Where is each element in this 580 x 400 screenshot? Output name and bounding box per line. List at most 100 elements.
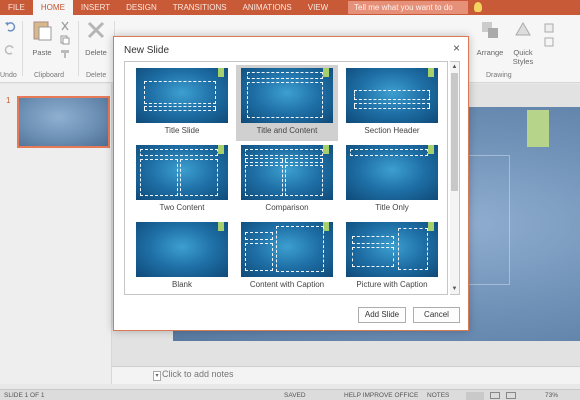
delete-button[interactable]: Delete bbox=[82, 19, 110, 57]
slide-accent-tag bbox=[527, 110, 549, 147]
layout-two-content[interactable]: Two Content bbox=[131, 142, 233, 218]
paste-icon bbox=[33, 21, 52, 41]
add-slide-button[interactable]: Add Slide bbox=[358, 307, 406, 323]
layout-thumbnail bbox=[346, 222, 438, 277]
layout-thumbnail bbox=[136, 222, 228, 277]
drawing-group-label: Drawing bbox=[486, 72, 512, 79]
tab-animations[interactable]: ANIMATIONS bbox=[235, 0, 300, 15]
notes-toggle[interactable]: NOTES bbox=[427, 392, 449, 399]
tell-me-search[interactable]: Tell me what you want to do bbox=[348, 1, 468, 14]
clipboard-group-label: Clipboard bbox=[34, 72, 64, 79]
undo-group bbox=[2, 19, 18, 60]
format-painter-icon[interactable] bbox=[60, 49, 70, 59]
ribbon-tab-bar: FILE HOME INSERT DESIGN TRANSITIONS ANIM… bbox=[0, 0, 580, 15]
title-placeholder bbox=[247, 72, 323, 79]
slide-thumbnail[interactable] bbox=[17, 96, 110, 148]
quick-styles-label: Quick Styles bbox=[512, 48, 534, 66]
layout-label: Title Slide bbox=[164, 126, 200, 135]
delete-x-icon bbox=[87, 21, 105, 39]
layout-blank[interactable]: Blank bbox=[131, 219, 233, 294]
tab-transitions[interactable]: TRANSITIONS bbox=[165, 0, 235, 15]
cut-icon[interactable] bbox=[60, 21, 70, 31]
layout-label: Title and Content bbox=[256, 126, 318, 135]
paste-label: Paste bbox=[32, 48, 52, 57]
zoom-level[interactable]: 73% bbox=[545, 392, 558, 399]
layout-label: Section Header bbox=[364, 126, 420, 135]
left-heading-placeholder bbox=[245, 158, 283, 163]
notes-collapse-icon[interactable]: ▾ bbox=[153, 371, 161, 381]
help-improve-link[interactable]: HELP IMPROVE OFFICE bbox=[344, 392, 418, 399]
caption-title-placeholder bbox=[352, 236, 394, 244]
shape-fill-icon[interactable] bbox=[544, 23, 554, 33]
arrange-icon bbox=[482, 22, 498, 38]
tab-file[interactable]: FILE bbox=[0, 0, 33, 15]
layout-label: Blank bbox=[171, 280, 192, 289]
layout-gallery: Title Slide Title and Content Section He… bbox=[124, 61, 448, 295]
layout-title-slide[interactable]: Title Slide bbox=[131, 65, 233, 141]
accent-tab bbox=[218, 222, 224, 231]
close-icon[interactable]: × bbox=[453, 41, 460, 55]
delete-group-label: Delete bbox=[86, 72, 107, 79]
layout-title-and-content[interactable]: Title and Content bbox=[236, 65, 338, 141]
slide-sorter-icon[interactable] bbox=[490, 392, 500, 399]
quick-styles-button[interactable]: Quick Styles bbox=[508, 19, 538, 66]
saved-status: SAVED bbox=[284, 392, 306, 399]
subtitle-placeholder bbox=[144, 106, 216, 111]
left-content-placeholder bbox=[245, 165, 283, 196]
right-heading-placeholder bbox=[285, 158, 323, 163]
layout-content-with-caption[interactable]: Content with Caption bbox=[236, 219, 338, 294]
layout-thumbnail bbox=[241, 145, 333, 200]
layout-picture-with-caption[interactable]: Picture with Caption bbox=[341, 219, 443, 294]
caption-title-placeholder bbox=[245, 232, 273, 240]
new-slide-dialog: New Slide × Title Slide Title and Conten… bbox=[113, 36, 469, 331]
accent-tab bbox=[323, 145, 329, 154]
layout-label: Two Content bbox=[159, 203, 205, 212]
copy-icon[interactable] bbox=[60, 35, 70, 45]
tab-view[interactable]: VIEW bbox=[300, 0, 336, 15]
scrollbar-thumb[interactable] bbox=[451, 73, 458, 191]
slide-count: SLIDE 1 OF 1 bbox=[4, 392, 45, 399]
title-placeholder bbox=[354, 90, 430, 100]
scroll-up-icon[interactable]: ▲ bbox=[450, 63, 459, 72]
slides-pane: 1 bbox=[0, 84, 112, 384]
picture-placeholder bbox=[398, 228, 428, 270]
quick-styles-icon bbox=[515, 22, 531, 36]
tab-insert[interactable]: INSERT bbox=[73, 0, 118, 15]
layout-title-only[interactable]: Title Only bbox=[341, 142, 443, 218]
scroll-down-icon[interactable]: ▼ bbox=[450, 285, 459, 294]
shape-outline-icon[interactable] bbox=[544, 37, 554, 47]
paste-button[interactable]: Paste bbox=[28, 19, 56, 57]
layout-label: Content with Caption bbox=[249, 280, 325, 289]
layout-thumbnail bbox=[346, 68, 438, 123]
layout-label: Picture with Caption bbox=[356, 280, 428, 289]
accent-tab bbox=[218, 145, 224, 154]
cancel-button[interactable]: Cancel bbox=[413, 307, 460, 323]
layout-thumbnail bbox=[136, 145, 228, 200]
lightbulb-icon bbox=[474, 2, 482, 12]
accent-tab bbox=[428, 222, 434, 231]
undo-icon[interactable] bbox=[4, 20, 16, 32]
arrange-button[interactable]: Arrange bbox=[473, 19, 507, 57]
tab-home[interactable]: HOME bbox=[32, 0, 73, 15]
reading-view-icon[interactable] bbox=[506, 392, 516, 399]
gallery-scrollbar[interactable]: ▲ ▼ bbox=[450, 61, 460, 295]
layout-thumbnail bbox=[136, 68, 228, 123]
tab-design[interactable]: DESIGN bbox=[118, 0, 165, 15]
notes-placeholder[interactable]: Click to add notes bbox=[162, 369, 234, 379]
group-separator bbox=[78, 21, 79, 76]
undo-group-label: Undo bbox=[0, 72, 17, 79]
caption-text-placeholder bbox=[352, 247, 394, 267]
caption-text-placeholder bbox=[245, 243, 273, 271]
content-placeholder bbox=[247, 82, 323, 118]
layout-comparison[interactable]: Comparison bbox=[236, 142, 338, 218]
status-bar: SLIDE 1 OF 1 SAVED HELP IMPROVE OFFICE N… bbox=[0, 389, 580, 400]
group-separator bbox=[22, 21, 23, 76]
layout-thumbnail bbox=[346, 145, 438, 200]
content-placeholder bbox=[276, 226, 324, 272]
title-placeholder bbox=[144, 81, 216, 104]
normal-view-icon[interactable] bbox=[466, 392, 484, 400]
right-content-placeholder bbox=[180, 159, 218, 196]
layout-section-header[interactable]: Section Header bbox=[341, 65, 443, 141]
redo-icon[interactable] bbox=[4, 43, 16, 55]
accent-tab bbox=[323, 68, 329, 77]
